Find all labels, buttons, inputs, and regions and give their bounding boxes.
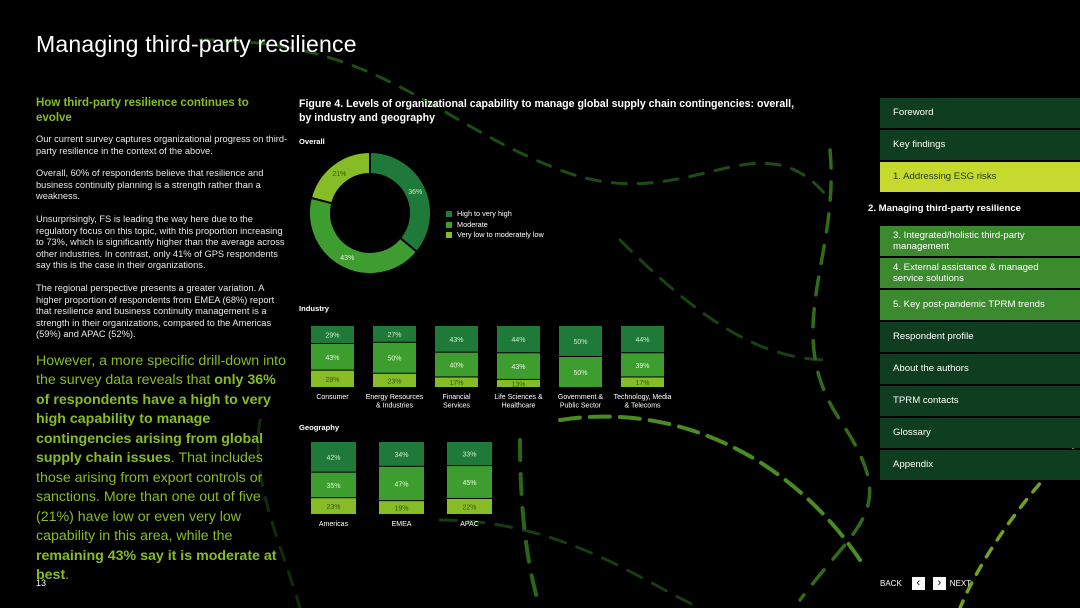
legend-label: High to very high: [457, 209, 512, 218]
bar-data-label: 39%: [635, 363, 649, 370]
chevron-right-icon[interactable]: ›: [932, 577, 946, 590]
legend-item: High to very high: [446, 209, 544, 220]
bar-data-label: 35%: [326, 483, 340, 490]
bar-data-label: 19%: [394, 506, 408, 513]
bar-data-label: 45%: [462, 480, 476, 487]
nav-item-tprm-trends[interactable]: 5. Key post-pandemic TPRM trends: [880, 290, 1080, 320]
category-tick-label: Government &: [558, 394, 603, 401]
nav-item-about-authors[interactable]: About the authors: [880, 354, 1080, 384]
bar-data-label: 43%: [449, 337, 463, 344]
nav-item-respondent-profile[interactable]: Respondent profile: [880, 322, 1080, 352]
bar-data-label: 43%: [325, 355, 339, 362]
bar-data-label: 44%: [635, 337, 649, 344]
bar-data-label: 50%: [573, 370, 587, 377]
bar-data-label: 17%: [449, 380, 463, 387]
category-tick-label: Public Sector: [560, 403, 602, 410]
bar-data-label: 23%: [326, 504, 340, 511]
bar-data-label: 22%: [462, 504, 476, 511]
bar-data-label: 23%: [387, 378, 401, 385]
category-tick-label: & Telecoms: [624, 403, 661, 410]
legend-swatch: [446, 221, 452, 228]
nav-item-appendix[interactable]: Appendix: [880, 450, 1080, 480]
category-tick-label: Americas: [319, 521, 349, 528]
page-number: 13: [36, 578, 47, 588]
bar-data-label: 50%: [387, 356, 401, 363]
donut-slice: [369, 150, 432, 254]
bar-data-label: 44%: [511, 337, 525, 344]
pager: BACK ‹ › NEXT: [880, 577, 971, 590]
category-tick-label: & Industries: [376, 403, 413, 410]
bar-data-label: 13%: [511, 381, 525, 388]
nav-item-esg-risks[interactable]: 1. Addressing ESG risks: [880, 162, 1080, 192]
bar-data-label: 42%: [326, 455, 340, 462]
back-label[interactable]: BACK: [880, 579, 902, 588]
nav-item-foreword[interactable]: Foreword: [880, 98, 1080, 128]
category-tick-label: Healthcare: [502, 403, 536, 410]
donut-data-label: 36%: [408, 189, 422, 196]
legend-label: Moderate: [457, 219, 488, 229]
category-tick-label: Energy Resources: [366, 394, 424, 401]
bar-data-label: 33%: [462, 452, 476, 459]
bar-data-label: 27%: [387, 332, 401, 339]
category-tick-label: Services: [443, 403, 470, 410]
nav-item-third-party-resilience[interactable]: 2. Managing third-party resilience: [856, 194, 1080, 224]
bar-data-label: 43%: [511, 364, 525, 371]
bar-data-label: 28%: [325, 377, 339, 384]
chevron-left-icon[interactable]: ‹: [911, 577, 925, 590]
bar-data-label: 50%: [573, 339, 587, 346]
bar-data-label: 34%: [394, 452, 408, 459]
legend-label: Very low to moderately low: [457, 230, 544, 239]
bar-data-label: 47%: [394, 481, 408, 488]
next-label[interactable]: NEXT: [950, 579, 971, 588]
category-tick-label: Financial: [442, 394, 470, 401]
bar-data-label: 17%: [635, 380, 649, 387]
legend-item: Moderate: [446, 220, 544, 231]
category-tick-label: Life Sciences &: [494, 394, 543, 401]
donut-data-label: 43%: [340, 255, 354, 262]
donut-data-label: 21%: [332, 171, 346, 178]
bar-data-label: 29%: [325, 332, 339, 339]
chart-legend: High to very high Moderate Very low to m…: [446, 209, 544, 241]
legend-item: Very low to moderately low: [446, 230, 544, 241]
nav-item-key-findings[interactable]: Key findings: [880, 130, 1080, 160]
category-tick-label: EMEA: [392, 521, 412, 528]
legend-swatch: [446, 211, 452, 218]
category-tick-label: APAC: [460, 521, 479, 528]
nav-item-integrated-management[interactable]: 3. Integrated/holistic third-party manag…: [880, 226, 1080, 256]
category-tick-label: Consumer: [316, 394, 349, 401]
nav-item-external-assistance[interactable]: 4. External assistance & managed service…: [880, 258, 1080, 288]
bar-data-label: 40%: [449, 363, 463, 370]
nav-item-tprm-contacts[interactable]: TPRM contacts: [880, 386, 1080, 416]
category-tick-label: Technology, Media: [614, 394, 672, 401]
legend-swatch: [446, 232, 452, 239]
nav-item-glossary[interactable]: Glossary: [880, 418, 1080, 448]
